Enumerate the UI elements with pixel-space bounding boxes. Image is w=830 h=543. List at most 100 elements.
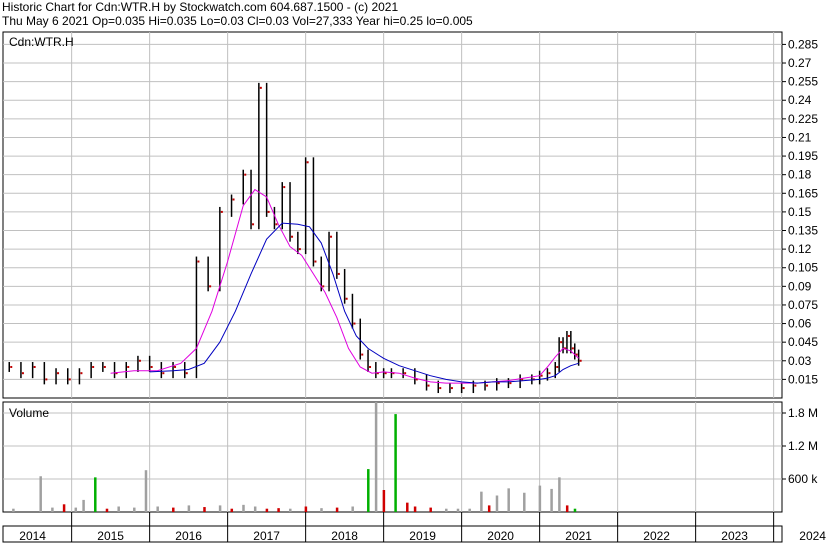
time-axis-label: 2020 (487, 529, 514, 543)
price-close-tick (361, 353, 364, 356)
volume-bar (117, 506, 120, 512)
volume-bar (382, 490, 386, 512)
price-close-tick (259, 86, 262, 89)
volume-bar (12, 508, 15, 512)
volume-bar (218, 505, 222, 512)
price-close-tick (486, 384, 489, 387)
volume-bar (445, 508, 448, 512)
price-close-tick (298, 248, 301, 251)
time-axis-label: 2023 (721, 529, 748, 543)
price-close-tick (462, 387, 465, 390)
price-close-tick (21, 372, 24, 375)
price-y-tick-label: 0.015 (788, 372, 818, 386)
volume-bar (367, 469, 370, 512)
volume-bar (203, 507, 206, 512)
volume-y-axis: 1.8 M 1.2 M 600 k (782, 406, 818, 486)
volume-bar (133, 507, 136, 512)
volume-bar (172, 507, 175, 512)
price-close-tick (220, 210, 223, 213)
volume-bar (62, 504, 66, 512)
volume-bar (413, 506, 417, 512)
price-close-tick (209, 285, 212, 288)
stock-chart: Cdn:WTR.H 0.285 0.27 0.255 0.24 0.225 0.21 0.1… (2, 31, 826, 543)
price-close-tick (162, 372, 165, 375)
volume-bar (565, 505, 569, 512)
volume-bar (523, 492, 526, 512)
price-y-tick-label: 0.18 (788, 168, 812, 182)
price-y-tick-label: 0.06 (788, 317, 812, 331)
price-close-tick (509, 382, 512, 385)
price-close-tick (45, 378, 48, 381)
volume-y-tick-label: 600 k (788, 472, 818, 486)
volume-bar (374, 402, 378, 512)
price-close-tick (353, 322, 356, 325)
volume-panel-title: Volume (9, 406, 49, 420)
volume-bar (51, 507, 54, 512)
price-close-tick (337, 272, 340, 275)
volume-bar (304, 506, 308, 512)
price-y-tick-label: 0.135 (788, 224, 818, 238)
volume-bar (74, 507, 78, 512)
price-close-tick (571, 347, 574, 350)
time-axis-label: 2014 (19, 529, 46, 543)
price-close-tick (474, 384, 477, 387)
price-close-tick (57, 372, 60, 375)
volume-bar (94, 477, 97, 512)
price-close-tick (556, 365, 559, 368)
price-close-tick (540, 374, 543, 377)
price-y-tick-label: 0.285 (788, 37, 818, 51)
volume-bar (429, 507, 432, 512)
price-close-tick (127, 365, 130, 368)
price-close-tick (232, 198, 235, 201)
volume-bar (495, 495, 499, 512)
volume-bar (156, 506, 159, 512)
volume-bar (487, 505, 491, 512)
price-close-tick (150, 365, 153, 368)
volume-bar (144, 470, 148, 512)
price-close-tick (322, 285, 325, 288)
price-close-tick (439, 387, 442, 390)
volume-bar (230, 508, 234, 512)
price-close-tick (10, 365, 13, 368)
price-close-tick (567, 334, 570, 337)
price-close-tick (314, 260, 317, 263)
price-y-tick-label: 0.03 (788, 354, 812, 368)
price-close-tick (267, 210, 270, 213)
volume-bar (82, 499, 85, 512)
volume-bar (456, 508, 460, 512)
volume-bar (538, 485, 542, 512)
price-panel-title: Cdn:WTR.H (9, 35, 74, 49)
volume-bar (550, 488, 553, 512)
volume-bar (573, 508, 577, 512)
volume-bar (507, 488, 510, 512)
price-close-tick (330, 235, 333, 238)
time-axis-label: 2019 (409, 529, 436, 543)
price-y-tick-label: 0.12 (788, 242, 812, 256)
price-close-tick (252, 223, 255, 226)
volume-bar (105, 508, 109, 512)
price-y-tick-label: 0.105 (788, 261, 818, 275)
volume-bar (187, 505, 191, 512)
price-close-tick (345, 297, 348, 300)
price-close-tick (185, 372, 188, 375)
price-close-tick (92, 365, 95, 368)
price-close-tick (291, 235, 294, 238)
volume-bar (289, 508, 292, 512)
price-close-tick (404, 372, 407, 375)
price-close-tick (33, 365, 36, 368)
price-close-tick (450, 387, 453, 390)
price-close-tick (283, 186, 286, 189)
price-y-tick-label: 0.255 (788, 75, 818, 89)
price-close-tick (560, 341, 563, 344)
price-close-tick (369, 365, 372, 368)
price-close-tick (138, 359, 141, 362)
price-close-tick (579, 359, 582, 362)
volume-y-tick-label: 1.2 M (788, 439, 818, 453)
price-y-tick-label: 0.075 (788, 298, 818, 312)
price-y-tick-label: 0.21 (788, 130, 812, 144)
price-close-tick (174, 365, 177, 368)
volume-y-tick-label: 1.8 M (788, 406, 818, 420)
price-close-tick (103, 365, 106, 368)
volume-bar (558, 477, 561, 512)
time-axis-label: 2016 (175, 529, 202, 543)
